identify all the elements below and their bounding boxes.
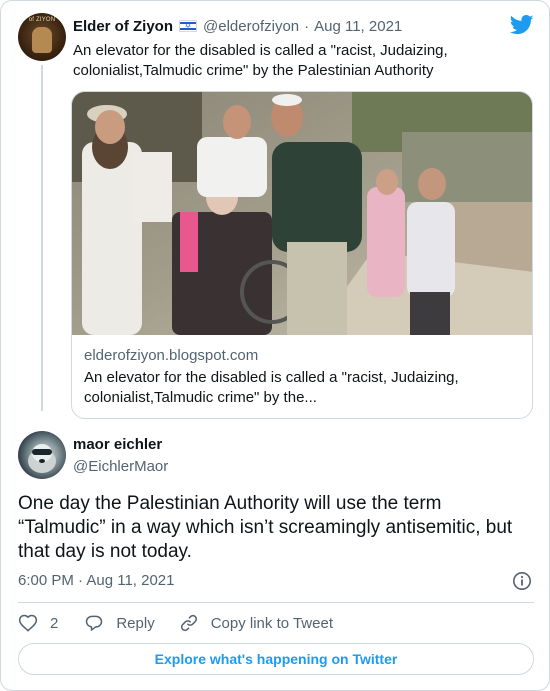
thread-connector-line <box>41 65 43 411</box>
link-card-title: An elevator for the disabled is called a… <box>84 369 459 406</box>
like-count: 2 <box>50 614 59 632</box>
avatar-logo-text: of ZIYON <box>28 17 56 23</box>
reply-button[interactable]: Reply <box>84 613 155 633</box>
author-handle[interactable]: @EichlerMaor <box>73 458 168 475</box>
reply-label: Reply <box>116 614 155 632</box>
twitter-bird-icon[interactable] <box>510 15 534 35</box>
avatar-dog-image <box>28 444 56 473</box>
maor-eichler-avatar[interactable] <box>18 431 66 479</box>
elder-of-ziyon-avatar[interactable]: of ZIYON <box>18 13 66 61</box>
israel-flag-icon: ✡ <box>179 20 198 32</box>
link-card-domain: elderofziyon.blogspot.com <box>84 347 259 364</box>
link-preview-image <box>72 92 532 335</box>
link-icon <box>180 614 197 632</box>
tweet-actions-bar: 2 Reply Copy link to Tweet <box>18 612 333 634</box>
reply-bubble-icon <box>86 615 103 631</box>
info-icon[interactable] <box>512 571 532 591</box>
tweet-timestamp[interactable]: 6:00 PM · Aug 11, 2021 <box>18 572 175 589</box>
quoted-author-handle[interactable]: @elderofziyon <box>203 18 299 35</box>
link-preview-card[interactable]: elderofziyon.blogspot.com An elevator fo… <box>71 91 533 419</box>
copy-link-button[interactable]: Copy link to Tweet <box>179 613 333 633</box>
actions-divider <box>18 602 534 603</box>
quoted-tweet-date[interactable]: Aug 11, 2021 <box>314 18 402 35</box>
explore-twitter-button[interactable]: Explore what's happening on Twitter <box>18 643 534 675</box>
heart-icon <box>18 614 38 632</box>
quoted-tweet-text: An elevator for the disabled is called a… <box>73 42 448 79</box>
header-separator: · <box>304 17 310 35</box>
tweet-text: One day the Palestinian Authority will u… <box>18 493 513 562</box>
like-button[interactable]: 2 <box>18 613 58 633</box>
copy-link-label: Copy link to Tweet <box>210 614 333 632</box>
tweet-embed-card: of ZIYON Elder of Ziyon ✡ @elderofziyon … <box>0 0 550 691</box>
avatar-figure <box>32 27 52 53</box>
quoted-tweet-header: Elder of Ziyon ✡ @elderofziyon · Aug 11,… <box>73 15 402 37</box>
quoted-author-name[interactable]: Elder of Ziyon <box>73 18 173 35</box>
author-name[interactable]: maor eichler <box>73 436 162 453</box>
